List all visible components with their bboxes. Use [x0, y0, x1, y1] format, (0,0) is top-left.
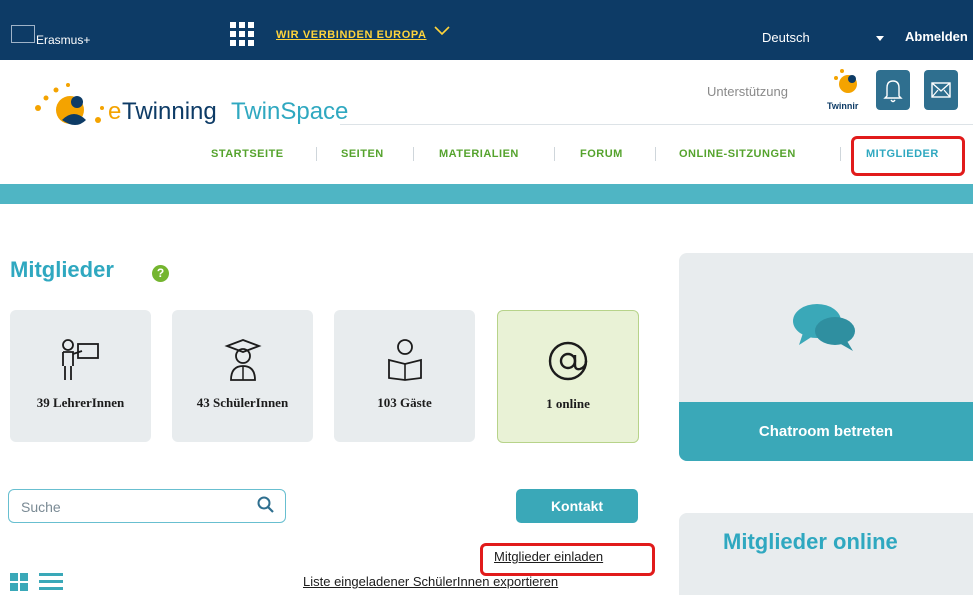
notifications-button[interactable] [876, 70, 910, 110]
nav-separator [554, 147, 555, 161]
stat-card-online[interactable]: 1 online [497, 310, 639, 443]
nav-separator [413, 147, 414, 161]
eu-flag-icon [11, 25, 35, 43]
page-title: Mitglieder [10, 257, 114, 282]
online-members-title: Mitglieder online [723, 529, 898, 554]
stat-teachers-label: 39 LehrerInnen [36, 395, 125, 410]
export-invited-students-link[interactable]: Liste eingeladener SchülerInnen exportie… [303, 574, 558, 589]
list-view-icon[interactable] [39, 573, 63, 591]
chat-bubbles-icon [793, 304, 855, 351]
teacher-icon [61, 339, 99, 380]
mini-logo-text: Twinnir [827, 101, 859, 111]
nav-forum[interactable]: FORUM [580, 148, 623, 160]
language-caret-icon[interactable] [876, 36, 884, 41]
help-icon[interactable]: ? [152, 265, 169, 282]
nav-separator [840, 147, 841, 161]
logo-text-twinning: Twinning [122, 98, 217, 125]
apps-grid-icon[interactable] [230, 22, 254, 46]
stat-online-label: 1 online [546, 396, 590, 411]
stat-card-students[interactable]: 43 SchülerInnen [172, 310, 313, 442]
nav-materialien[interactable]: MATERIALIEN [439, 148, 519, 160]
stat-card-teachers[interactable]: 39 LehrerInnen [10, 310, 151, 442]
header-divider [340, 124, 973, 125]
etwinning-logo-icon[interactable] [32, 80, 108, 138]
logo-text-twinspace: TwinSpace [231, 98, 349, 125]
logo-text-e: e [108, 98, 122, 125]
support-link[interactable]: Unterstützung [707, 84, 788, 99]
chevron-down-icon[interactable] [434, 24, 450, 36]
student-icon [223, 339, 262, 381]
contact-button[interactable]: Kontakt [516, 489, 638, 523]
language-selector[interactable]: Deutsch [762, 30, 810, 45]
nav-online-sitzungen[interactable]: ONLINE-SITZUNGEN [679, 148, 796, 160]
search-box[interactable] [8, 489, 286, 523]
connect-europe-link[interactable]: WIR VERBINDEN EUROPA [276, 29, 427, 41]
at-icon [548, 341, 588, 381]
nav-separator [316, 147, 317, 161]
enter-chatroom-button[interactable]: Chatroom betreten [679, 402, 973, 461]
top-bar: Erasmus+ WIR VERBINDEN EUROPA Deutsch Ab… [0, 0, 973, 60]
stat-card-guests[interactable]: 103 Gäste [334, 310, 475, 442]
mail-icon [931, 82, 951, 98]
nav-separator [655, 147, 656, 161]
stat-students-label: 43 SchülerInnen [196, 395, 289, 410]
online-members-card: Mitglieder online [679, 513, 973, 595]
grid-view-icon[interactable] [10, 573, 28, 591]
nav-seiten[interactable]: SEITEN [341, 148, 384, 160]
header-band [0, 184, 973, 204]
search-icon[interactable] [257, 496, 275, 514]
nav-startseite[interactable]: STARTSEITE [211, 148, 284, 160]
chatroom-card: Chatroom betreten [679, 253, 973, 461]
nav-mitglieder[interactable]: MITGLIEDER [866, 148, 939, 160]
erasmus-label: Erasmus+ [36, 33, 91, 47]
bell-icon [883, 80, 903, 103]
invite-members-link[interactable]: Mitglieder einladen [494, 549, 603, 564]
search-input[interactable] [19, 496, 243, 518]
reader-icon [387, 339, 422, 381]
messages-button[interactable] [924, 70, 958, 110]
stat-guests-label: 103 Gäste [377, 395, 432, 410]
logout-link[interactable]: Abmelden [905, 29, 968, 44]
